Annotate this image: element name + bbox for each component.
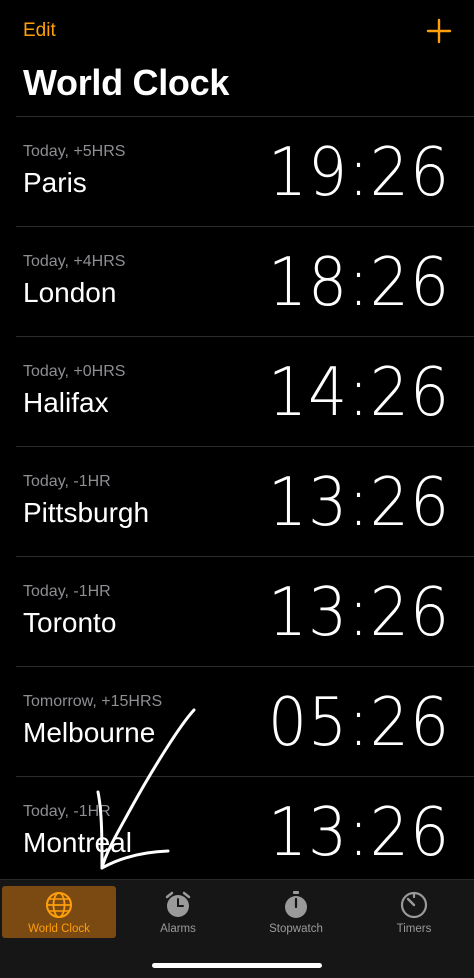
clock-city: London <box>23 277 117 308</box>
timer-icon <box>400 891 428 919</box>
tab-alarms[interactable]: Alarms <box>121 886 235 938</box>
clock-offset: Today, +4HRS <box>23 253 126 270</box>
tab-stopwatch[interactable]: Stopwatch <box>239 886 353 938</box>
clock-offset: Today, +5HRS <box>23 143 126 160</box>
tab-bar: World Clock Alarms Stopwatch Timers <box>0 879 474 978</box>
tab-label: Stopwatch <box>269 923 323 935</box>
page-title: World Clock <box>23 62 230 103</box>
clock-city: Paris <box>23 167 87 198</box>
alarm-clock-icon <box>165 891 191 917</box>
clock-city: Montreal <box>23 827 132 858</box>
tab-label: Timers <box>396 923 432 935</box>
plus-icon[interactable] <box>426 18 452 44</box>
clock-row[interactable]: Tomorrow, +15HRS Melbourne 05:26 <box>16 666 474 776</box>
clock-offset: Today, -1HR <box>23 473 111 490</box>
clock-row[interactable]: Today, -1HR Toronto 13:26 <box>16 556 474 666</box>
tab-timers[interactable]: Timers <box>357 886 471 938</box>
clock-city: Melbourne <box>23 717 156 748</box>
clock-row[interactable]: Today, +0HRS Halifax 14:26 <box>16 336 474 446</box>
clock-row[interactable]: Today, +5HRS Paris 19:26 <box>16 116 474 226</box>
globe-icon <box>46 892 72 918</box>
clock-time: 14:26 <box>267 353 450 431</box>
home-indicator[interactable] <box>152 963 322 968</box>
clock-offset: Today, +0HRS <box>23 363 126 380</box>
clock-city: Halifax <box>23 387 109 418</box>
clock-time: 05:26 <box>267 683 450 761</box>
tab-label: Alarms <box>160 923 196 935</box>
clock-offset: Today, -1HR <box>23 583 111 600</box>
tab-label: World Clock <box>28 923 90 935</box>
edit-button[interactable]: Edit <box>23 20 56 42</box>
clock-offset: Tomorrow, +15HRS <box>23 693 163 710</box>
clock-row[interactable]: Today, +4HRS London 18:26 <box>16 226 474 336</box>
clock-time: 19:26 <box>267 133 450 211</box>
clock-time: 13:26 <box>267 463 450 541</box>
clock-city: Pittsburgh <box>23 497 150 528</box>
clock-time: 13:26 <box>267 573 450 651</box>
clock-time: 13:26 <box>267 793 450 871</box>
world-clock-list: Today, +5HRS Paris 19:26 Today, +4HRS Lo… <box>0 116 474 886</box>
clock-city: Toronto <box>23 607 117 638</box>
nav-bar: Edit <box>0 0 474 64</box>
clock-row[interactable]: Today, -1HR Pittsburgh 13:26 <box>16 446 474 556</box>
tab-world-clock[interactable]: World Clock <box>2 886 116 938</box>
clock-offset: Today, -1HR <box>23 803 111 820</box>
clock-time: 18:26 <box>267 243 450 321</box>
stopwatch-icon <box>285 891 307 918</box>
clock-row[interactable]: Today, -1HR Montreal 13:26 <box>16 776 474 886</box>
